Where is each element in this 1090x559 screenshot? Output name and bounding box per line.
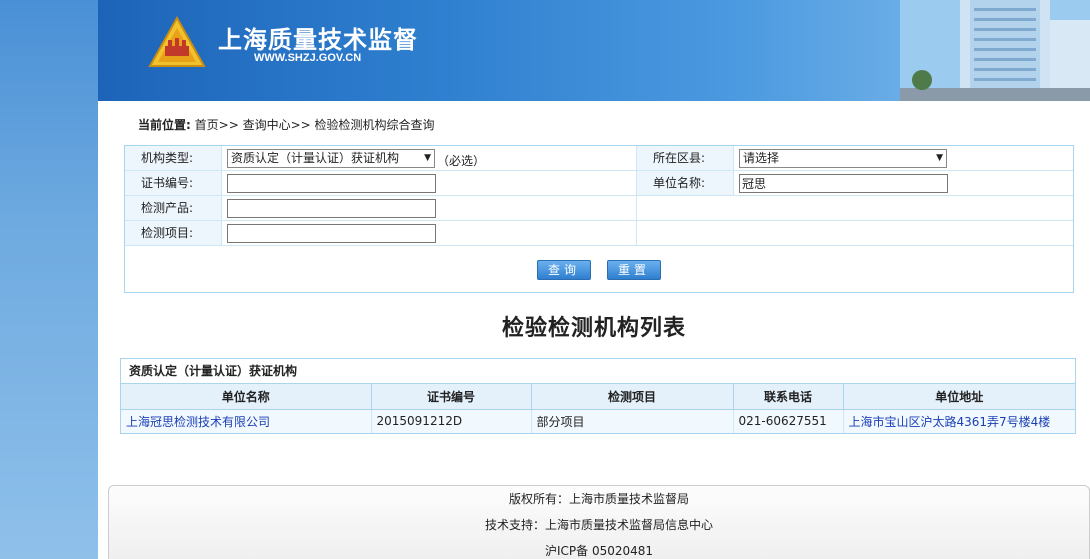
footer-support: 技术支持：上海市质量技术监督局信息中心 [484,518,713,532]
table-row: 上海冠思检测技术有限公司 2015091212D 部分项目 021-606275… [121,409,1075,433]
org-type-select[interactable]: 资质认定（计量认证）获证机构 ▼ [227,149,435,168]
phone-cell: 021-60627551 [733,409,844,433]
reset-button[interactable]: 重置 [607,260,661,280]
table-header-row: 单位名称 证书编号 检测项目 联系电话 单位地址 [121,384,1075,410]
chevron-down-icon: ▼ [936,153,943,163]
unit-name-input[interactable] [739,174,948,193]
search-button[interactable]: 查询 [537,260,591,280]
address-link[interactable]: 上海市宝山区沪太路4361弄7号楼4楼 [843,409,1075,433]
items-cell: 部分项目 [531,409,734,433]
logo-icon [148,16,206,67]
page: 上海质量技术监督 WWW.SHZJ.GOV.CN 当前位置: 首页>> 查询中心… [98,0,1090,559]
list-title: 检验检测机构列表 [501,315,686,341]
item-input[interactable] [227,224,436,243]
district-select[interactable]: 请选择 ▼ [739,149,947,168]
required-note: （必选） [437,154,486,168]
divider [636,146,637,246]
breadcrumb: 当前位置: 首页>> 查询中心>> 检验检测机构综合查询 [138,116,435,133]
site-url: WWW.SHZJ.GOV.CN [254,52,362,64]
column-header: 检测项目 [531,384,734,410]
site-title: 上海质量技术监督 [218,26,418,54]
district-value: 请选择 [743,151,780,165]
cert-no-input[interactable] [227,174,436,193]
org-type-value: 资质认定（计量认证）获证机构 [231,151,400,165]
divider [733,146,734,196]
query-row: 机构类型: 资质认定（计量认证）获证机构 ▼ （必选） 所在区县: 请选择 ▼ [125,146,1073,171]
unit-name-link[interactable]: 上海冠思检测技术有限公司 [121,409,372,433]
column-header: 联系电话 [733,384,844,410]
unit-name-label: 单位名称: [637,171,733,195]
column-header: 单位名称 [121,384,372,410]
result-caption: 资质认定（计量认证）获证机构 [121,359,1075,384]
footer: 版权所有：上海市质量技术监督局 技术支持：上海市质量技术监督局信息中心 沪ICP… [108,485,1090,559]
query-row: 检测产品: [125,196,1073,221]
product-input[interactable] [227,199,436,218]
building-image [900,0,1090,101]
header-banner: 上海质量技术监督 WWW.SHZJ.GOV.CN [98,0,1090,101]
result-table-panel: 资质认定（计量认证）获证机构 单位名称 证书编号 检测项目 联系电话 单位地址 … [120,358,1076,434]
district-label: 所在区县: [637,146,733,170]
item-label: 检测项目: [125,221,221,245]
breadcrumb-path: 首页>> 查询中心>> 检验检测机构综合查询 [194,118,435,132]
cert-no-cell: 2015091212D [371,409,532,433]
footer-copyright: 版权所有：上海市质量技术监督局 [508,492,689,506]
product-label: 检测产品: [125,196,221,220]
org-type-label: 机构类型: [125,146,221,170]
chevron-down-icon: ▼ [424,153,431,163]
query-row: 检测项目: [125,221,1073,246]
result-table: 单位名称 证书编号 检测项目 联系电话 单位地址 上海冠思检测技术有限公司 20… [121,384,1075,433]
divider [221,146,222,246]
query-row: 证书编号: 单位名称: [125,171,1073,196]
column-header: 单位地址 [843,384,1075,410]
column-header: 证书编号 [371,384,532,410]
breadcrumb-prefix: 当前位置: [138,118,191,132]
footer-icp: 沪ICP备 05020481 [544,544,654,558]
cert-no-label: 证书编号: [125,171,221,195]
query-form: 机构类型: 资质认定（计量认证）获证机构 ▼ （必选） 所在区县: 请选择 ▼ … [124,145,1074,293]
left-background [0,0,98,559]
